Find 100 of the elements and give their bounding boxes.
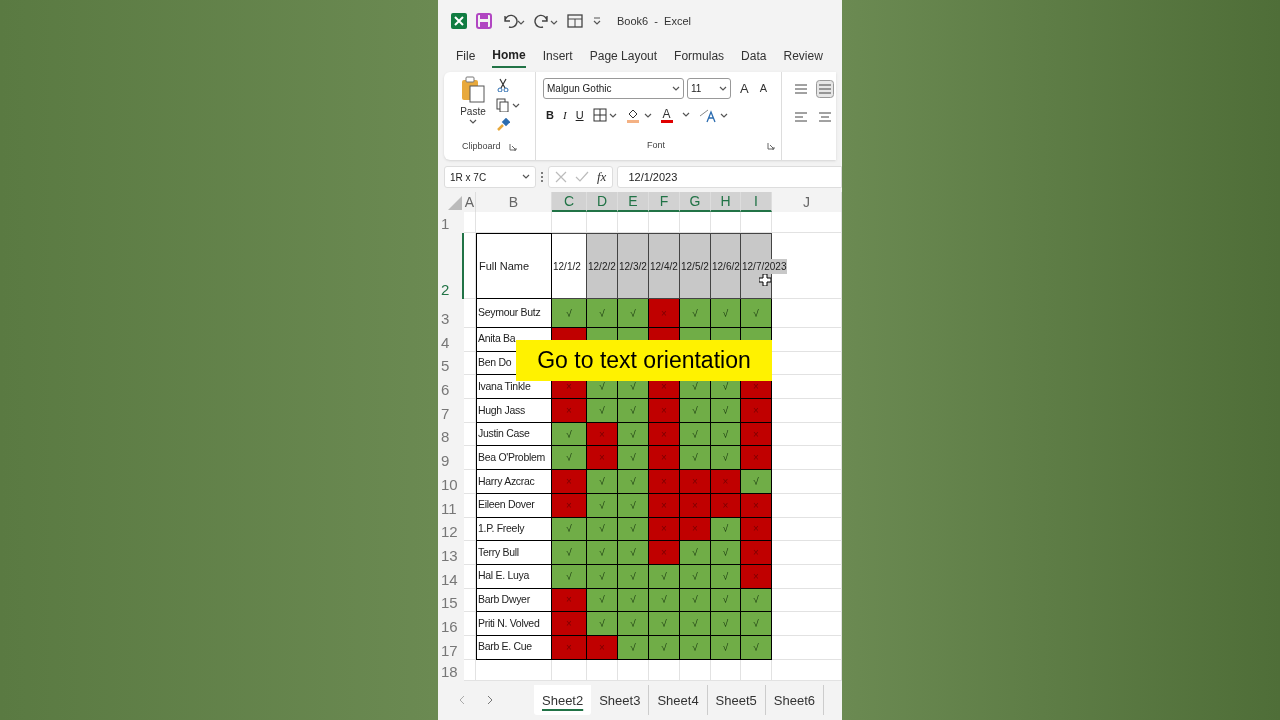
ribbon-tab[interactable]: File [456,44,476,68]
grid-cell[interactable] [464,612,476,636]
grid-cell[interactable] [464,446,476,471]
ribbon-tab[interactable]: Data [741,44,767,68]
grid-cell[interactable] [464,375,476,400]
grid-cell[interactable] [464,422,476,447]
italic-button[interactable]: I [562,106,567,124]
grid-cell[interactable] [587,659,618,681]
row-header[interactable]: 4 [438,328,464,352]
grid-cell[interactable] [464,635,476,660]
grid-cell[interactable] [711,659,741,681]
grid-cell[interactable] [464,299,476,328]
grid-cell[interactable] [464,659,476,681]
ribbon-tab[interactable]: Review [783,44,823,68]
row-header[interactable]: 3 [438,299,464,328]
ribbon-tab[interactable]: Page Layout [589,44,658,68]
cancel-icon[interactable] [555,171,567,183]
sheet-tab[interactable]: Sheet4 [649,685,708,716]
dialog-launcher-icon[interactable] [509,142,517,151]
fill-color-icon[interactable] [625,107,652,123]
status-cell: √ [552,517,587,542]
paintbrush-icon[interactable] [496,118,510,132]
borders-icon[interactable] [592,108,617,122]
font-name-field[interactable]: Malgun Gothic [543,78,684,99]
grid-cell[interactable] [464,517,476,542]
copy-icon[interactable] [496,98,520,112]
table-cell-text: 1.P. Freely [478,520,525,536]
row-header[interactable]: 13 [438,541,464,565]
shrink-font-button[interactable]: A [759,80,767,97]
column-header[interactable]: D [587,192,618,212]
column-header[interactable]: F [649,192,680,212]
column-header[interactable]: E [618,192,649,212]
insert-function-button[interactable]: fx [597,167,607,187]
formula-field[interactable]: 12/1/2023 [617,166,842,188]
row-header[interactable]: 14 [438,564,464,589]
column-header[interactable]: A [464,192,476,212]
row-header[interactable]: 9 [438,446,464,471]
sheet-tab[interactable]: Sheet5 [707,685,766,716]
row-header[interactable]: 12 [438,517,464,542]
column-header[interactable]: C [552,192,587,212]
column-header[interactable]: H [711,192,741,212]
status-cell: √ [618,564,649,589]
row-header[interactable]: 5 [438,351,464,376]
enter-icon[interactable] [575,171,589,183]
grid-cell[interactable] [464,328,476,352]
row-header[interactable]: 11 [438,493,464,518]
row-header[interactable]: 17 [438,635,464,660]
sheet-tab[interactable]: Sheet2 [534,685,592,716]
status-cell: × [552,399,587,423]
grid-cell[interactable] [464,399,476,423]
save-icon[interactable] [476,13,492,29]
grid-cell[interactable] [464,564,476,589]
status-cell: × [587,635,618,660]
row-header[interactable]: 10 [438,470,464,494]
undo-icon[interactable] [501,13,525,29]
grid-cell[interactable] [464,470,476,494]
ribbon-tab[interactable]: Home [492,44,526,68]
ribbon-tab[interactable]: Formulas [674,44,725,68]
grid-cell[interactable] [464,588,476,613]
grow-font-button[interactable]: A [740,78,749,99]
row-header[interactable]: 18 [438,659,464,681]
grid-cell[interactable] [464,541,476,565]
status-cell: √ [649,588,680,613]
bold-button[interactable]: B [546,106,554,124]
grid-cell[interactable] [464,212,476,233]
font-color-button[interactable]: A [660,107,673,123]
row-header[interactable]: 15 [438,588,464,613]
name-box[interactable]: 1R x 7C [444,166,536,188]
column-header[interactable]: G [680,192,711,212]
column-header[interactable]: I [741,192,772,212]
grid-cell[interactable] [649,659,680,681]
row-header[interactable]: 7 [438,399,464,423]
text-orientation-icon[interactable] [698,107,729,123]
sheet-tab[interactable]: Sheet3 [591,685,650,716]
grid-cell[interactable] [464,493,476,518]
grid-cell[interactable] [680,659,711,681]
customize-icon[interactable] [592,16,602,26]
row-header[interactable]: 6 [438,375,464,400]
underline-button[interactable]: U [575,106,584,124]
dialog-launcher-icon[interactable] [767,141,775,150]
scissors-icon[interactable] [496,78,510,92]
grid-cell[interactable] [552,659,587,681]
status-cell: × [649,446,680,471]
grid-cell[interactable] [464,233,476,299]
grid-cell[interactable] [741,659,772,681]
row-header[interactable]: 16 [438,612,464,636]
grid-cell[interactable] [476,659,552,681]
align-middle-icon[interactable] [816,80,834,98]
form-icon[interactable] [567,14,583,28]
grid-cell[interactable] [464,351,476,376]
grid-cell[interactable] [618,659,649,681]
row-header[interactable]: 1 [438,212,464,233]
redo-icon[interactable] [534,13,558,29]
row-header[interactable]: 2 [438,233,464,299]
font-size-field[interactable]: 11 [687,78,731,99]
ribbon-tab[interactable]: Insert [542,44,573,68]
row-header[interactable]: 8 [438,422,464,447]
sheet-tab[interactable]: Sheet6 [765,685,824,716]
grid-cell[interactable] [476,212,552,233]
paste-button[interactable]: Paste [458,76,488,140]
